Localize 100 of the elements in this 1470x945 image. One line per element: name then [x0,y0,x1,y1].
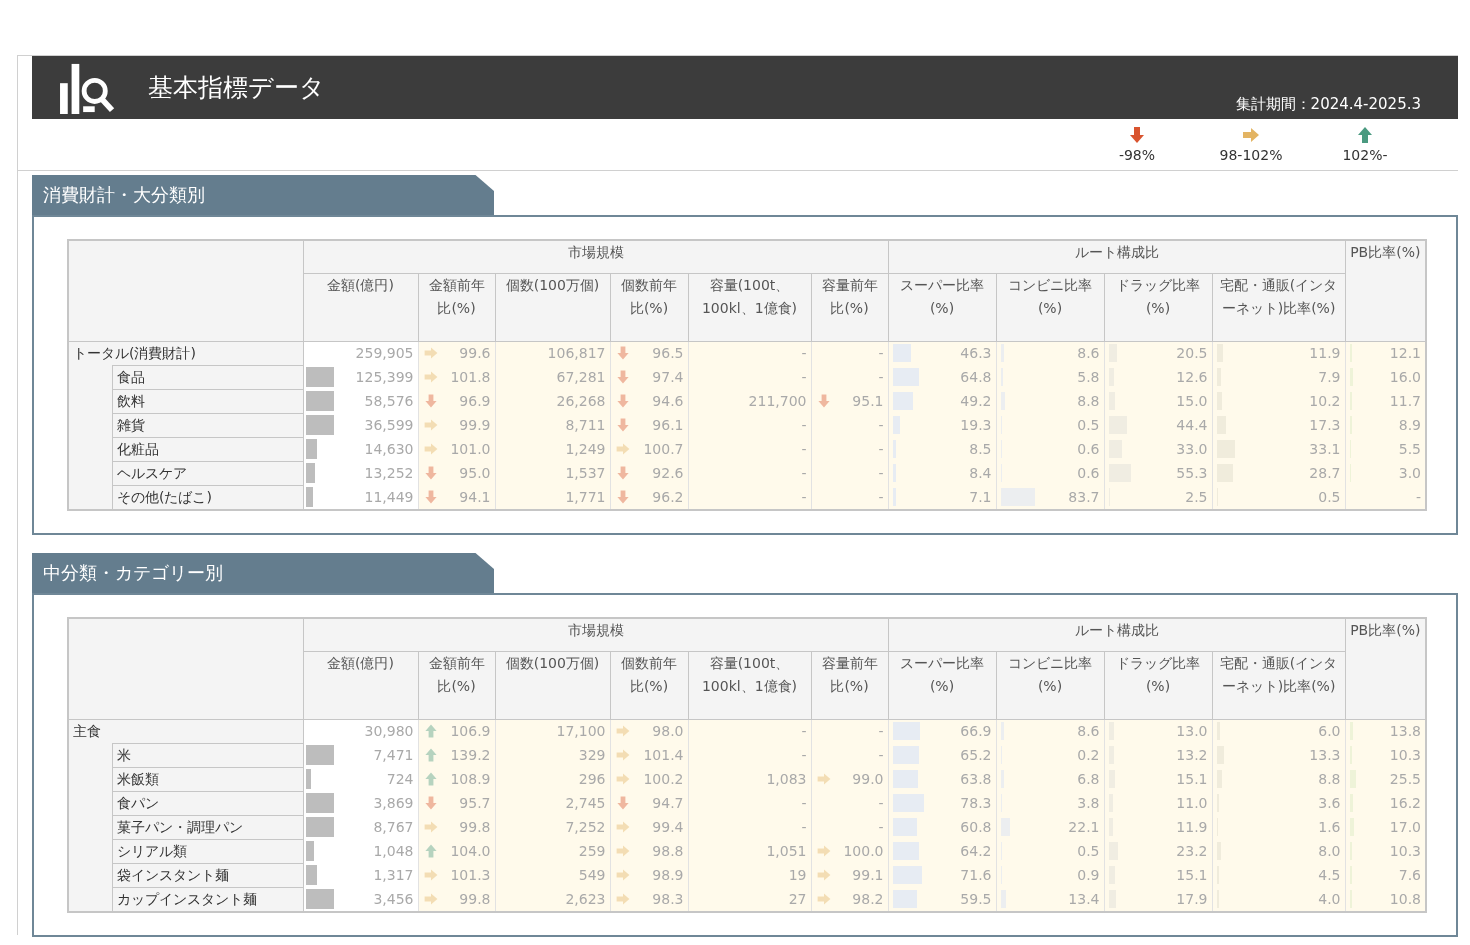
table-cell-text: 12.1 [1389,343,1422,363]
table-cell-text: 106.9 [450,721,491,741]
table-cell-text: 8.8 [1318,769,1341,789]
table-cell-text: 99.8 [459,817,491,837]
table-cell-text: 95.1 [852,391,884,411]
table-cell-text: 4.0 [1318,889,1341,909]
table-cell-text: 11.9 [1309,343,1341,363]
table-cell-text: 549 [577,865,606,885]
table-cell-text: 95.7 [459,793,491,813]
table-cell-text: 25.5 [1389,769,1422,789]
row-label: 米飯類 [112,767,303,791]
column-header: 金額前年比(%) [428,654,485,694]
table-cell-text: 8,767 [373,818,414,837]
table-cell-text: 17.9 [1176,889,1208,909]
group-header: 市場規模 [567,244,624,260]
table-cell-text: 100.2 [643,769,684,789]
column-header: 金額前年比(%) [428,276,485,316]
table-cell-text: 98.9 [652,865,684,885]
table-cell-text: 7,471 [373,746,414,765]
table-cell-text: 8,711 [564,415,606,435]
row-label: 化粧品 [112,437,303,461]
table-cell-text: - [878,463,884,483]
legend-label: -98% [1118,146,1156,165]
table-cell-text: 104.0 [450,841,491,861]
table-cell-text: 95.0 [459,463,491,483]
table-cell-text: 1.6 [1318,817,1341,837]
table-cell-text: 96.9 [459,391,491,411]
table-cell-text: 11.0 [1176,793,1208,813]
table-cell-text: 71.6 [960,865,992,885]
group-header: ルート構成比 [1074,244,1159,260]
table-cell-text: 97.4 [652,367,684,387]
row-label: 菓子パン・調理パン [112,815,303,839]
table-cell-text: 0.6 [1077,439,1100,459]
table-cell-text: 329 [577,745,606,765]
table-cell-text: 106,817 [546,343,606,363]
table-cell-text: - [878,487,884,507]
table-cell-text: 6.8 [1077,769,1100,789]
table-cell-text: 99.8 [459,889,491,909]
table-cell-text: 26,268 [555,391,606,411]
table-cell-text: 101.3 [450,865,491,885]
ratio-bar [892,722,920,741]
group-header: ルート構成比 [1074,622,1159,638]
table-cell-text: 1,051 [765,841,807,861]
table-cell-text: 66.9 [960,721,992,741]
column-header: ドラッグ比率(%) [1116,654,1201,694]
table-cell-text: - [800,367,807,387]
table-cell-text: 10.2 [1309,391,1341,411]
ratio-bar [892,746,920,764]
table-cell-text: 17,100 [555,721,606,741]
table-cell-text: 65.2 [960,745,992,765]
ratio-bar [892,770,919,788]
ratio-bar [892,416,901,434]
table-cell-text: 100.7 [643,439,684,459]
table-cell-text: 1,083 [765,769,807,789]
table-cell-text: 99.0 [852,769,884,789]
table-cell-text: - [800,415,807,435]
row-label: ヘルスケア [112,461,303,485]
table-cell-text: 15.1 [1176,865,1208,885]
table-cell-text: 14,630 [364,440,414,459]
table-cell-text: 99.1 [852,865,884,885]
chart-search-icon [58,61,116,114]
table-cell-text: - [800,439,807,459]
table-cell-text: 3.0 [1398,463,1422,483]
table-cell-text: 3.6 [1318,793,1341,813]
table-cell-text: 139.2 [450,745,491,765]
ratio-bar [892,464,897,482]
table-cell-text: 3,456 [373,890,414,909]
table-cell-text: 60.8 [960,817,992,837]
table-cell-text: 15.0 [1176,391,1208,411]
table-cell-text: 1,249 [564,439,606,459]
table-cell-text: 67,281 [555,367,606,387]
table-cell-text: 6.0 [1318,721,1341,741]
row-label: 食パン [112,791,303,815]
ratio-bar [892,794,925,812]
table-cell-text: 22.1 [1068,817,1100,837]
table-cell-text: 8.9 [1398,415,1422,435]
column-header: 宅配・通販(インターネット)比率(%) [1219,654,1338,694]
table-cell-text: - [878,439,884,459]
table-cell-text: 3,869 [373,794,414,813]
table-cell-text: - [800,463,807,483]
table-cell-text: 2,745 [564,793,606,813]
ratio-bar [892,818,918,836]
table-cell-text: - [878,367,884,387]
table-cell-text: 7.6 [1398,865,1422,885]
table-cell-text: 13.0 [1176,721,1208,741]
row-label: 主食 [72,721,102,741]
row-label: トータル(消費財計) [72,343,197,363]
row-label: 米 [112,743,303,767]
row-label: シリアル類 [112,839,303,863]
table-cell-text: 96.2 [652,487,684,507]
table-cell-text: 30,980 [364,722,414,742]
table-cell-text: 2.5 [1185,487,1208,507]
table-cell-text: 13.2 [1176,745,1208,765]
column-header: 個数(100万個) [505,276,600,293]
table-cell-text: 33.0 [1176,439,1208,459]
column-header: 容量(100t、100kl、1億食) [701,654,798,694]
table-cell-text: 17.0 [1389,817,1422,837]
table-cell-text: 0.2 [1077,745,1100,765]
table-cell-text: 7.1 [969,487,992,507]
table-cell-text: 7,252 [564,817,606,837]
